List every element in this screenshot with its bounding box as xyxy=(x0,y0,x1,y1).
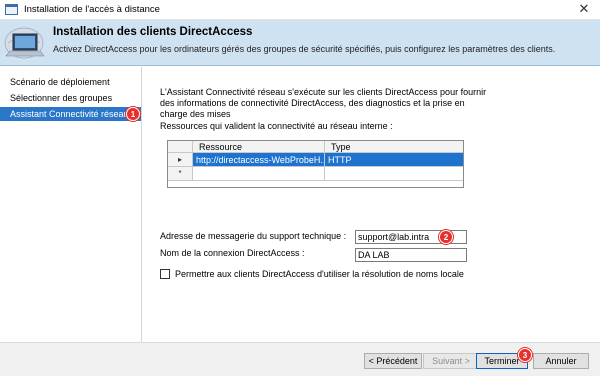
support-email-label: Adresse de messagerie du support techniq… xyxy=(160,231,347,241)
laptop-network-icon xyxy=(4,27,45,59)
annotation-badge-1: 1 xyxy=(126,107,140,121)
resources-label: Ressources qui valident la connectivité … xyxy=(160,121,393,131)
resources-grid[interactable]: Ressource Type ▸ http://directaccess-Web… xyxy=(167,140,464,188)
previous-button[interactable]: < Précédent xyxy=(364,353,422,369)
wizard-header: Installation des clients DirectAccess Ac… xyxy=(0,20,600,66)
page-subtitle: Activez DirectAccess pour les ordinateur… xyxy=(53,44,556,54)
main-content: L'Assistant Connectivité réseau s'exécut… xyxy=(160,67,590,342)
wizard-footer: < Précédent Suivant > Terminer Annuler xyxy=(0,342,600,376)
close-icon[interactable]: ✕ xyxy=(576,1,592,17)
grid-corner xyxy=(168,141,193,153)
page-title: Installation des clients DirectAccess xyxy=(53,26,253,38)
column-header-type[interactable]: Type xyxy=(325,141,463,153)
column-header-resource[interactable]: Ressource xyxy=(193,141,325,153)
wizard-steps-sidebar: Scénario de déploiement Sélectionner des… xyxy=(0,67,142,342)
next-button[interactable]: Suivant > xyxy=(423,353,479,369)
connection-name-label: Nom de la connexion DirectAccess : xyxy=(160,248,305,258)
intro-text: L'Assistant Connectivité réseau s'exécut… xyxy=(160,87,487,119)
grid-cell-resource[interactable]: http://directaccess-WebProbeH... xyxy=(193,153,325,167)
annotation-badge-3: 3 xyxy=(518,348,532,362)
sidebar-item-network-connectivity-assistant[interactable]: Assistant Connectivité réseau xyxy=(0,107,141,121)
grid-cell-type[interactable]: HTTP xyxy=(325,153,463,167)
row-marker-current[interactable]: ▸ xyxy=(168,153,193,167)
window-title: Installation de l'accès à distance xyxy=(24,4,160,15)
row-marker-new[interactable]: * xyxy=(168,167,193,181)
sidebar-item-select-groups[interactable]: Sélectionner des groupes xyxy=(0,91,141,105)
grid-cell-resource-new[interactable] xyxy=(193,167,325,181)
grid-cell-type-new[interactable] xyxy=(325,167,463,181)
annotation-badge-2: 2 xyxy=(439,230,453,244)
cancel-button[interactable]: Annuler xyxy=(533,353,589,369)
title-bar: Installation de l'accès à distance ✕ xyxy=(0,0,600,20)
connection-name-input[interactable]: DA LAB xyxy=(355,248,467,262)
sidebar-item-deployment-scenario[interactable]: Scénario de déploiement xyxy=(0,75,141,89)
local-name-resolution-label[interactable]: Permettre aux clients DirectAccess d'uti… xyxy=(175,269,464,279)
app-window-icon xyxy=(5,4,18,15)
local-name-resolution-checkbox[interactable] xyxy=(160,269,170,279)
